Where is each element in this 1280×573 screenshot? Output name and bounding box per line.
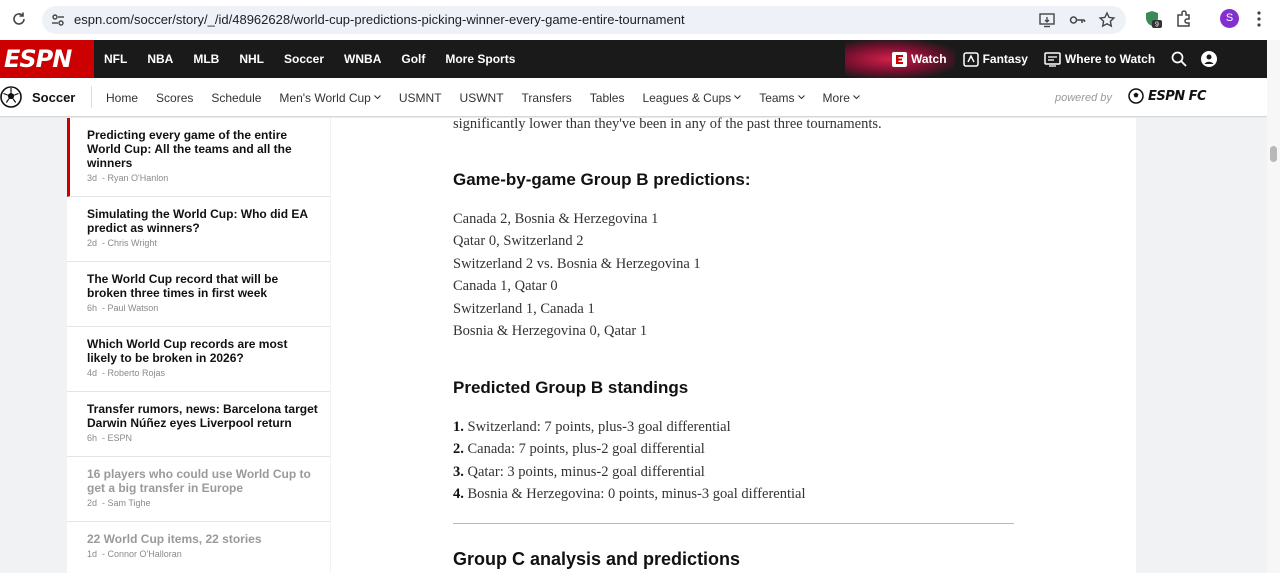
url-text[interactable]: espn.com/soccer/story/_/id/48962628/worl… (74, 12, 685, 27)
game-prediction: Switzerland 1, Canada 1 (453, 301, 595, 317)
reload-icon[interactable] (10, 10, 28, 28)
subnav-tables[interactable]: Tables (590, 91, 625, 105)
site-info-icon[interactable] (50, 12, 66, 28)
shield-extension-icon[interactable]: 9 (1143, 9, 1163, 29)
related-story-title[interactable]: Which World Cup records are most likely … (87, 337, 319, 365)
subnav-uswnt[interactable]: USWNT (460, 91, 504, 105)
related-story-item[interactable]: 16 players who could use World Cup to ge… (67, 457, 330, 522)
standing-row: 2. Canada: 7 points, plus-2 goal differe… (453, 441, 705, 457)
game-prediction: Bosnia & Herzegovina 0, Qatar 1 (453, 323, 648, 339)
powered-by-label: powered by (1055, 92, 1112, 104)
watch-link[interactable]: Watch (892, 51, 947, 67)
standing-row: 4. Bosnia & Herzegovina: 0 points, minus… (453, 486, 806, 502)
related-story-meta: 2d - Chris Wright (87, 238, 157, 248)
sport-nav: NFL NBA MLB NHL Soccer WNBA Golf More Sp… (104, 40, 515, 78)
espnfc-ball-icon (1128, 88, 1144, 104)
section-title[interactable]: Soccer (32, 90, 75, 105)
game-prediction: Canada 2, Bosnia & Herzegovina 1 (453, 211, 659, 227)
subnav-mens-world-cup[interactable]: Men's World Cup (279, 91, 381, 105)
nav-wnba[interactable]: WNBA (344, 52, 381, 66)
related-story-title[interactable]: Simulating the World Cup: Who did EA pre… (87, 207, 319, 235)
related-story-item[interactable]: Predicting every game of the entire Worl… (67, 118, 330, 197)
related-story-meta: 4d - Roberto Rojas (87, 368, 166, 378)
article-body: significantly lower than they've been in… (331, 116, 1136, 573)
related-story-title[interactable]: 16 players who could use World Cup to ge… (87, 467, 319, 495)
where-to-watch-link[interactable]: Where to Watch (1044, 51, 1155, 67)
game-prediction: Canada 1, Qatar 0 (453, 278, 558, 294)
search-icon[interactable] (1171, 51, 1187, 67)
related-story-meta: 6h - Paul Watson (87, 303, 159, 313)
bookmark-star-icon[interactable] (1098, 11, 1116, 29)
nav-more-sports[interactable]: More Sports (445, 52, 515, 66)
address-bar[interactable]: espn.com/soccer/story/_/id/48962628/worl… (42, 6, 1126, 34)
account-icon[interactable] (1201, 51, 1218, 67)
article-paragraph: significantly lower than they've been in… (453, 116, 882, 132)
nav-soccer[interactable]: Soccer (284, 52, 324, 66)
related-story-meta: 2d - Sam Tighe (87, 498, 151, 508)
related-story-item[interactable]: Simulating the World Cup: Who did EA pre… (67, 197, 330, 262)
nav-mlb[interactable]: MLB (193, 52, 219, 66)
standing-row: 1. Switzerland: 7 points, plus-3 goal di… (453, 419, 731, 435)
chevron-down-icon (373, 95, 381, 100)
subnav-divider (91, 86, 92, 108)
subnav-teams[interactable]: Teams (759, 91, 805, 105)
group-b-standings-heading: Predicted Group B standings (453, 378, 689, 397)
soccer-ball-icon (0, 86, 22, 108)
chevron-down-icon (734, 95, 742, 100)
section-divider (453, 523, 1014, 524)
related-story-item[interactable]: The World Cup record that will be broken… (67, 262, 330, 327)
espn-logo[interactable]: ESPN (0, 40, 94, 78)
espn-global-nav: ESPN NFL NBA MLB NHL Soccer WNBA Golf Mo… (0, 40, 1267, 78)
extensions-puzzle-icon[interactable] (1174, 9, 1194, 29)
subnav-home[interactable]: Home (106, 91, 138, 105)
scrollbar-thumb[interactable] (1270, 146, 1277, 162)
espnfc-logo[interactable]: ESPN FC (1128, 88, 1207, 104)
related-story-item[interactable]: Transfer rumors, news: Barcelona target … (67, 392, 330, 457)
espn-plus-watch-icon (892, 51, 907, 67)
chevron-down-icon (797, 95, 805, 100)
nav-nfl[interactable]: NFL (104, 52, 127, 66)
subnav-leagues-cups[interactable]: Leagues & Cups (642, 91, 742, 105)
related-story-title[interactable]: 22 World Cup items, 22 stories (87, 532, 319, 546)
related-story-title[interactable]: Transfer rumors, news: Barcelona target … (87, 402, 319, 430)
browser-menu-icon[interactable] (1256, 10, 1262, 28)
game-prediction: Qatar 0, Switzerland 2 (453, 233, 584, 249)
subnav-more[interactable]: More (823, 91, 860, 105)
nav-nhl[interactable]: NHL (239, 52, 264, 66)
espn-utility-nav: Watch Fantasy Where to Watch (892, 40, 1218, 78)
page-scrollbar[interactable] (1267, 40, 1280, 573)
password-key-icon[interactable] (1068, 11, 1086, 29)
fantasy-icon (962, 51, 979, 67)
nav-nba[interactable]: NBA (147, 52, 173, 66)
group-c-heading: Group C analysis and predictions (453, 549, 741, 569)
subnav-scores[interactable]: Scores (156, 91, 193, 105)
subnav-schedule[interactable]: Schedule (211, 91, 261, 105)
extension-badge-count: 9 (1155, 22, 1159, 29)
related-stories: Predicting every game of the entire Worl… (67, 118, 330, 573)
nav-golf[interactable]: Golf (401, 52, 425, 66)
install-app-icon[interactable] (1038, 11, 1056, 29)
related-story-meta: 1d - Connor O'Halloran (87, 549, 182, 559)
soccer-subnav: Soccer Home Scores Schedule Men's World … (0, 78, 1267, 117)
profile-avatar[interactable]: S (1220, 9, 1239, 28)
related-story-item[interactable]: Which World Cup records are most likely … (67, 327, 330, 392)
browser-toolbar: espn.com/soccer/story/_/id/48962628/worl… (0, 0, 1280, 40)
chevron-down-icon (852, 95, 860, 100)
related-story-title[interactable]: Predicting every game of the entire Worl… (87, 128, 319, 170)
related-story-meta: 3d - Ryan O'Hanlon (87, 173, 169, 183)
related-story-item[interactable]: 22 World Cup items, 22 stories 1d - Conn… (67, 522, 330, 573)
related-story-meta: 6h - ESPN (87, 433, 133, 443)
game-prediction: Switzerland 2 vs. Bosnia & Herzegovina 1 (453, 256, 701, 272)
soccer-subnav-items: Home Scores Schedule Men's World Cup USM… (106, 78, 860, 117)
subnav-transfers[interactable]: Transfers (522, 91, 572, 105)
related-story-title[interactable]: The World Cup record that will be broken… (87, 272, 319, 300)
group-b-games-heading: Game-by-game Group B predictions: (453, 170, 751, 189)
fantasy-link[interactable]: Fantasy (962, 51, 1028, 67)
standing-row: 3. Qatar: 3 points, minus-2 goal differe… (453, 464, 705, 480)
subnav-usmnt[interactable]: USMNT (399, 91, 442, 105)
tv-guide-icon (1044, 51, 1061, 67)
